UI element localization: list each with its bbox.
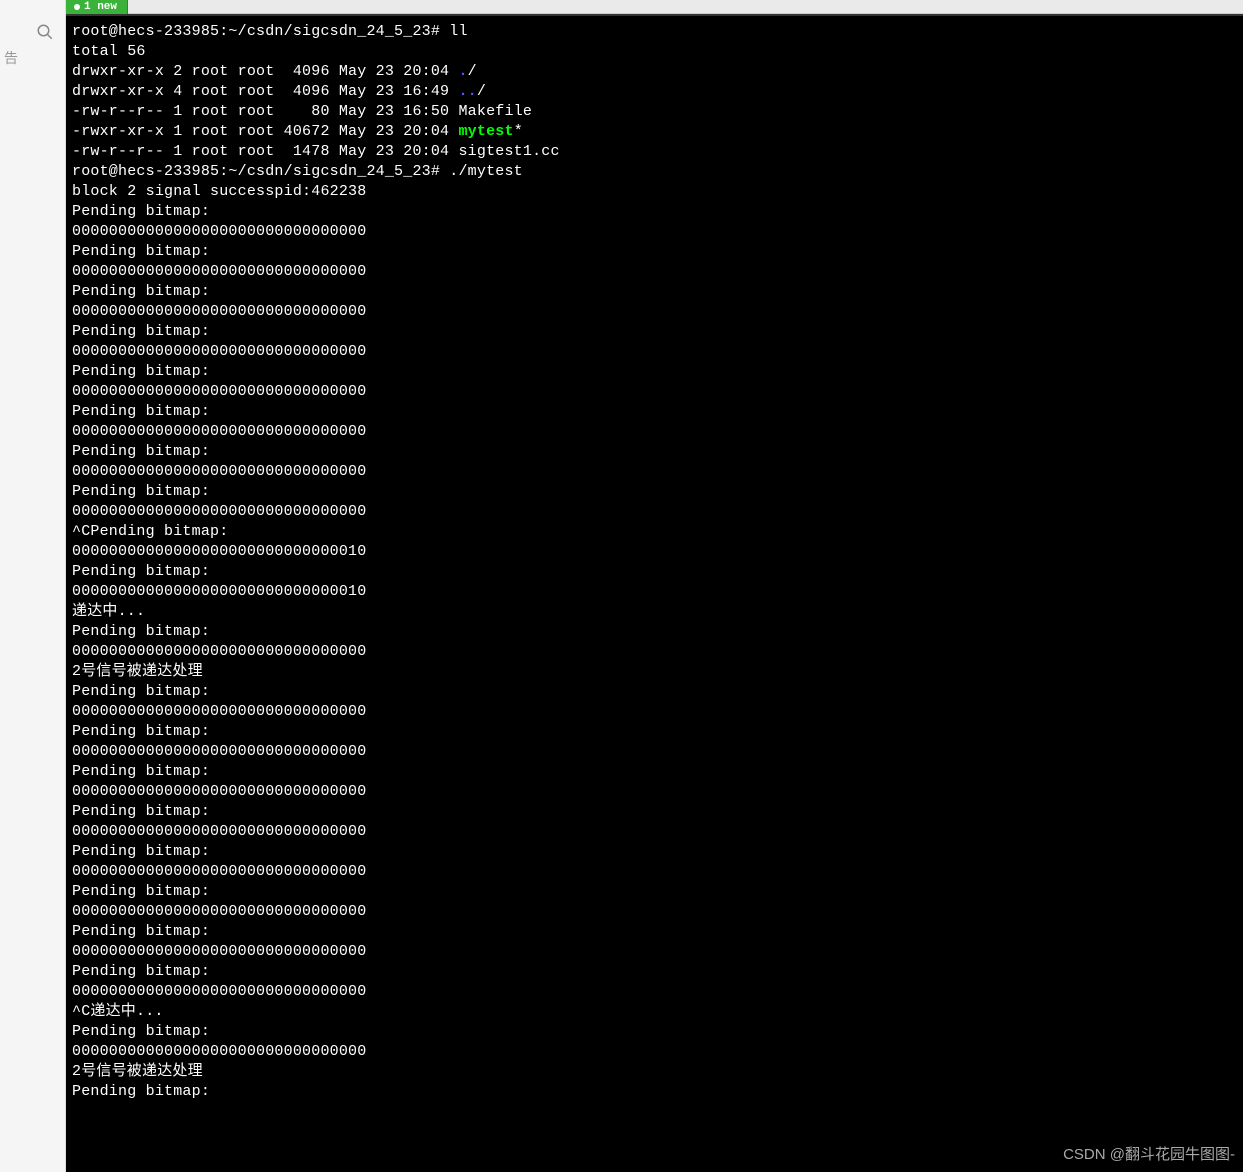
terminal-line: 00000000000000000000000000000010	[72, 582, 1237, 602]
terminal-line: Pending bitmap:	[72, 202, 1237, 222]
terminal-line: 00000000000000000000000000000000	[72, 982, 1237, 1002]
terminal-line: -rwxr-xr-x 1 root root 40672 May 23 20:0…	[72, 122, 1237, 142]
terminal-line: block 2 signal successpid:462238	[72, 182, 1237, 202]
editor-gutter: 告	[0, 0, 66, 1172]
terminal-line: ^C递达中...	[72, 1002, 1237, 1022]
terminal-line: 00000000000000000000000000000000	[72, 862, 1237, 882]
terminal-output[interactable]: root@hecs-233985:~/csdn/sigcsdn_24_5_23#…	[66, 14, 1243, 1172]
terminal-line: Pending bitmap:	[72, 442, 1237, 462]
terminal-line: Pending bitmap:	[72, 562, 1237, 582]
terminal-line: Pending bitmap:	[72, 622, 1237, 642]
terminal-line: Pending bitmap:	[72, 242, 1237, 262]
terminal-line: Pending bitmap:	[72, 802, 1237, 822]
terminal-line: ^CPending bitmap:	[72, 522, 1237, 542]
terminal-line: 递达中...	[72, 602, 1237, 622]
terminal-line: 00000000000000000000000000000000	[72, 222, 1237, 242]
terminal-line: Pending bitmap:	[72, 1082, 1237, 1102]
terminal-line: 00000000000000000000000000000000	[72, 702, 1237, 722]
terminal-line: Pending bitmap:	[72, 682, 1237, 702]
terminal-line: Pending bitmap:	[72, 322, 1237, 342]
search-icon[interactable]	[35, 22, 55, 42]
terminal-line: root@hecs-233985:~/csdn/sigcsdn_24_5_23#…	[72, 22, 1237, 42]
terminal-line: Pending bitmap:	[72, 962, 1237, 982]
terminal-line: 00000000000000000000000000000010	[72, 542, 1237, 562]
window-frame: 告 1 new root@hecs-233985:~/csdn/sigcsdn_…	[0, 0, 1243, 1172]
terminal-line: 00000000000000000000000000000000	[72, 782, 1237, 802]
tab-status-dot-icon	[74, 4, 80, 10]
terminal-line: 00000000000000000000000000000000	[72, 902, 1237, 922]
terminal-line: 00000000000000000000000000000000	[72, 642, 1237, 662]
terminal-tab[interactable]: 1 new	[66, 0, 128, 14]
terminal-line: 00000000000000000000000000000000	[72, 342, 1237, 362]
terminal-line: Pending bitmap:	[72, 1022, 1237, 1042]
terminal-line: 00000000000000000000000000000000	[72, 262, 1237, 282]
terminal-line: 00000000000000000000000000000000	[72, 1042, 1237, 1062]
main-area: 1 new root@hecs-233985:~/csdn/sigcsdn_24…	[66, 0, 1243, 1172]
gutter-text: 告	[4, 48, 18, 68]
terminal-line: -rw-r--r-- 1 root root 1478 May 23 20:04…	[72, 142, 1237, 162]
terminal-line: Pending bitmap:	[72, 882, 1237, 902]
terminal-line: Pending bitmap:	[72, 282, 1237, 302]
terminal-line: Pending bitmap:	[72, 922, 1237, 942]
terminal-line: drwxr-xr-x 4 root root 4096 May 23 16:49…	[72, 82, 1237, 102]
terminal-line: drwxr-xr-x 2 root root 4096 May 23 20:04…	[72, 62, 1237, 82]
terminal-line: 00000000000000000000000000000000	[72, 822, 1237, 842]
terminal-line: Pending bitmap:	[72, 482, 1237, 502]
terminal-line: 00000000000000000000000000000000	[72, 302, 1237, 322]
terminal-line: 2号信号被递达处理	[72, 1062, 1237, 1082]
terminal-line: root@hecs-233985:~/csdn/sigcsdn_24_5_23#…	[72, 162, 1237, 182]
terminal-line: total 56	[72, 42, 1237, 62]
terminal-line: 00000000000000000000000000000000	[72, 502, 1237, 522]
tab-bar: 1 new	[66, 0, 1243, 14]
terminal-line: Pending bitmap:	[72, 762, 1237, 782]
terminal-line: 2号信号被递达处理	[72, 662, 1237, 682]
terminal-line: Pending bitmap:	[72, 362, 1237, 382]
terminal-line: 00000000000000000000000000000000	[72, 742, 1237, 762]
terminal-line: 00000000000000000000000000000000	[72, 382, 1237, 402]
terminal-line: 00000000000000000000000000000000	[72, 422, 1237, 442]
terminal-line: -rw-r--r-- 1 root root 80 May 23 16:50 M…	[72, 102, 1237, 122]
terminal-line: Pending bitmap:	[72, 842, 1237, 862]
terminal-line: Pending bitmap:	[72, 402, 1237, 422]
terminal-line: 00000000000000000000000000000000	[72, 942, 1237, 962]
terminal-line: Pending bitmap:	[72, 722, 1237, 742]
terminal-line: 00000000000000000000000000000000	[72, 462, 1237, 482]
tab-label: 1 new	[84, 1, 117, 13]
